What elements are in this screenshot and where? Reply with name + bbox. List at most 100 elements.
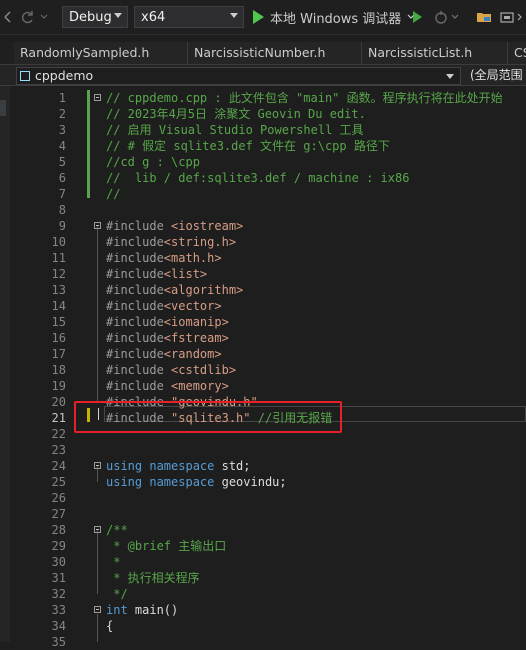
code-text: * @brief 主输出口 [106,538,226,554]
code-token: <memory> [171,379,229,393]
tab-label: NarcissisticList.h [368,45,473,60]
code-line[interactable]: 12 #include<list> [10,266,526,282]
code-token: * [106,555,121,569]
tab-randomlysampled[interactable]: RandomlySampled.h [14,42,188,64]
code-line[interactable]: 26 [10,490,526,506]
back-icon[interactable] [2,0,18,34]
line-number: 22 [51,427,66,441]
code-line[interactable]: 15 #include<iomanip> [10,314,526,330]
code-line[interactable]: 35 [10,634,526,650]
code-text: #include<math.h> [106,250,222,266]
tab-cs[interactable]: CS [508,42,526,64]
configuration-dropdown[interactable]: Debug [62,6,128,28]
start-without-debugging-button[interactable] [413,0,422,34]
code-line[interactable]: 18 #include <cstdlib> [10,362,526,378]
code-token: #include [106,379,172,393]
hot-reload-icon[interactable] [433,0,449,34]
code-line[interactable]: 6 // lib / def:sqlite3.def / machine : ix… [10,170,526,186]
code-line[interactable]: 9 #include <iostream> [10,218,526,234]
toolbox-icon[interactable] [499,0,515,34]
document-tabs: RandomlySampled.h NarcissisticNumber.h N… [0,42,526,64]
overflow-icon[interactable] [516,0,524,34]
code-line[interactable]: 7 // [10,186,526,202]
code-token: * @brief 主输出口 [106,539,227,553]
code-token: <random> [163,347,222,361]
navigation-bar: cppdemo (全局范围 [0,64,526,86]
code-line[interactable]: 27 [10,506,526,522]
redo-icon[interactable] [20,0,36,34]
code-token: // lib / def:sqlite3.def / machine : ix8… [106,171,410,185]
left-margin-strip [0,86,10,642]
code-token: // 2023年4月5日 涂聚文 Geovin Du edit. [106,107,366,121]
run-label: 本地 Windows 调试器 [270,11,402,27]
code-line[interactable]: 32 */ [10,586,526,602]
code-text: #include<string.h> [106,234,236,250]
code-text: // 2023年4月5日 涂聚文 Geovin Du edit. [106,106,366,122]
tab-narcissisticlist[interactable]: NarcissisticList.h [362,42,508,64]
line-number: 31 [51,571,66,585]
code-line[interactable]: 14 #include<vector> [10,298,526,314]
code-text: #include<iomanip> [106,314,229,330]
code-text: // # 假定 sqlite3.def 文件在 g:\cpp 路径下 [106,138,390,154]
code-line[interactable]: 24 using namespace std; [10,458,526,474]
code-line[interactable]: 8 [10,202,526,218]
code-line[interactable]: 30 * [10,554,526,570]
redo-dropdown-icon[interactable] [40,0,48,34]
margin-marker [0,100,6,116]
collapse-icon[interactable] [94,222,101,229]
code-line[interactable]: 1 // cppdemo.cpp : 此文件包含 "main" 函数。程序执行将在… [10,90,526,106]
play-icon [253,10,264,24]
code-text: * 执行相关程序 [106,570,199,586]
code-token: using namespace [106,459,215,473]
code-line[interactable]: 3 // 启用 Visual Studio Powershell 工具 [10,122,526,138]
code-line[interactable]: 34 { [10,618,526,634]
code-token: /** [106,523,128,537]
code-line[interactable]: 28 /** [10,522,526,538]
code-line[interactable]: 13 #include<algorithm> [10,282,526,298]
platform-dropdown[interactable]: x64 [134,6,244,28]
scope-dropdown[interactable]: (全局范围 [470,67,526,85]
code-token: main() [127,603,179,617]
code-line[interactable]: 2 // 2023年4月5日 涂聚文 Geovin Du edit. [10,106,526,122]
code-editor[interactable]: 1 // cppdemo.cpp : 此文件包含 "main" 函数。程序执行将在… [10,86,526,649]
code-text: // lib / def:sqlite3.def / machine : ix8… [106,170,409,186]
tab-label: CS [514,45,526,60]
code-token: #include [106,219,172,233]
code-line[interactable]: 10 #include<string.h> [10,234,526,250]
code-line[interactable]: 4 // # 假定 sqlite3.def 文件在 g:\cpp 路径下 [10,138,526,154]
code-line[interactable]: 31 * 执行相关程序 [10,570,526,586]
code-line[interactable]: 29 * @brief 主输出口 [10,538,526,554]
collapse-icon[interactable] [94,606,101,613]
code-line[interactable]: 5 //cd g : \cpp [10,154,526,170]
code-line[interactable]: 16 #include<fstream> [10,330,526,346]
line-number: 30 [51,555,66,569]
tab-narcissisticnumber[interactable]: NarcissisticNumber.h [188,42,362,64]
line-number: 1 [58,91,66,105]
code-token: #include [106,331,164,345]
code-line[interactable]: 25 using namespace geovindu; [10,474,526,490]
code-line[interactable]: 33 int main() [10,602,526,618]
folder-icon[interactable] [476,0,492,34]
line-number: 16 [51,331,66,345]
code-line[interactable]: 19 #include <memory> [10,378,526,394]
code-line[interactable]: 23 [10,442,526,458]
code-token: // [106,187,121,201]
cpp-project-icon [20,71,30,81]
project-dropdown[interactable]: cppdemo [16,67,461,85]
line-number: 7 [58,187,66,201]
code-token: std; [214,459,251,473]
collapse-icon[interactable] [94,526,101,533]
collapse-icon[interactable] [94,94,101,101]
code-token: <algorithm> [163,283,244,297]
code-line[interactable]: 11 #include<math.h> [10,250,526,266]
code-text: #include<random> [106,346,222,362]
start-debugging-button[interactable]: 本地 Windows 调试器 [253,0,415,34]
code-token: <cstdlib> [171,363,237,377]
code-token: using namespace [106,475,215,489]
line-number: 8 [58,203,66,217]
annotation-highlight-box [74,401,342,433]
code-token: // # 假定 sqlite3.def 文件在 g:\cpp 路径下 [106,139,390,153]
hot-reload-dropdown-icon[interactable] [451,0,459,34]
collapse-icon[interactable] [94,462,101,469]
code-line[interactable]: 17 #include<random> [10,346,526,362]
